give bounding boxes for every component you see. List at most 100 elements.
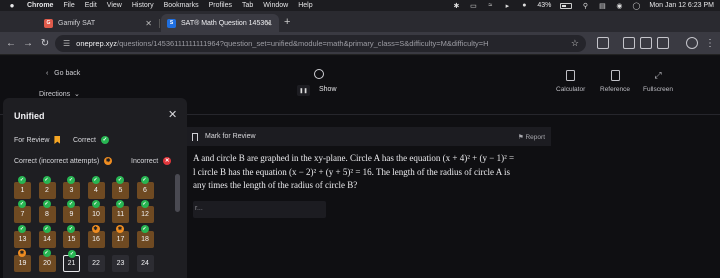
calculator-label: Calculator — [556, 86, 586, 93]
control-center-icon[interactable]: ▤ — [598, 2, 606, 10]
battery-percent: 43% — [537, 2, 552, 9]
extensions-icon[interactable] — [597, 37, 609, 49]
question-cell-12[interactable]: 12 ✓ — [136, 200, 154, 224]
question-cell-23[interactable]: 23 — [112, 254, 129, 272]
screen-record-icon[interactable]: ◯ — [632, 2, 640, 10]
question-cell-2[interactable]: 2 ✓ — [38, 176, 56, 199]
question-cell-17[interactable]: 17 ✱ — [112, 224, 129, 248]
forward-arrow-icon[interactable]: → — [22, 36, 34, 50]
menu-history[interactable]: History — [132, 2, 154, 9]
answer-input[interactable]: r... — [193, 201, 326, 218]
reference-button[interactable]: Reference — [600, 70, 630, 93]
menu-bookmarks[interactable]: Bookmarks — [164, 2, 199, 9]
question-number: 3 — [69, 187, 74, 194]
check-badge-icon: ✓ — [42, 176, 51, 184]
reference-label: Reference — [600, 86, 630, 93]
show-timer-button[interactable]: Show — [314, 84, 342, 95]
question-navigator-panel: Unified ✕ For Review Correct ✓ Correct (… — [3, 98, 187, 278]
new-tab-icon[interactable]: + — [284, 16, 290, 28]
menu-profiles[interactable]: Profiles — [209, 2, 232, 9]
question-line: l circle B has the equation (x − 2)² + (… — [193, 166, 510, 177]
question-cell-8[interactable]: 8 ✓ — [38, 200, 56, 224]
bookmark-icon[interactable] — [192, 132, 198, 141]
question-number: 10 — [92, 211, 100, 219]
volume-icon[interactable]: ▸ — [503, 2, 511, 10]
question-text: A and circle B are graphed in the xy-pla… — [193, 152, 553, 193]
back-arrow-icon[interactable]: ← — [5, 36, 17, 50]
question-cell-15[interactable]: 15 ✓ — [63, 224, 80, 248]
question-number: 15 — [67, 235, 76, 243]
close-tab-icon[interactable]: ✕ — [145, 19, 152, 28]
question-number: 11 — [116, 211, 125, 219]
question-cell-1[interactable]: 1 ✓ — [14, 176, 31, 199]
menu-file[interactable]: File — [63, 2, 74, 9]
pause-button[interactable]: ❚❚ — [297, 85, 310, 96]
question-cell-4[interactable]: 4 ✓ — [87, 176, 105, 199]
menu-view[interactable]: View — [107, 2, 122, 9]
tab-search-icon[interactable] — [623, 37, 635, 49]
question-cell-20[interactable]: 20 ✓ — [38, 248, 56, 272]
check-badge-icon: ✓ — [140, 176, 149, 184]
question-cell-7[interactable]: 7 ✓ — [14, 200, 31, 224]
go-back-link[interactable]: ‹ Go back — [46, 70, 80, 77]
siri-icon[interactable]: ◉ — [615, 2, 623, 10]
tab-gamify-sat[interactable]: G Gamify SAT ✕ — [38, 14, 159, 32]
menu-edit[interactable]: Edit — [85, 2, 97, 9]
question-cell-11[interactable]: 11 ✓ — [112, 200, 129, 224]
question-cell-6[interactable]: 6 ✓ — [136, 176, 154, 199]
panel-scrollbar[interactable] — [175, 174, 180, 212]
check-badge-icon: ✓ — [67, 200, 75, 209]
question-number: 19 — [18, 259, 27, 267]
menu-app-name[interactable]: Chrome — [27, 2, 53, 9]
report-button[interactable]: ⚑ Report — [518, 133, 545, 141]
menu-window[interactable]: Window — [263, 2, 288, 9]
close-icon[interactable]: ✕ — [168, 108, 177, 121]
tab-sat-math-question[interactable]: S SAT® Math Question 145361 ✕ — [161, 14, 279, 32]
address-bar[interactable]: ☰ oneprep.xyz/questions/1453611111111196… — [55, 35, 586, 52]
user-icon[interactable]: ● — [520, 2, 528, 9]
search-icon[interactable]: ⚲ — [581, 2, 589, 10]
question-number: 23 — [116, 259, 125, 267]
question-cell-13[interactable]: 13 ✓ — [14, 224, 31, 248]
question-cell-18[interactable]: 18 ✓ — [136, 224, 154, 248]
mark-for-review-button[interactable]: Mark for Review — [205, 133, 256, 140]
asterisk-icon: ✱ — [104, 157, 113, 165]
bookmark-star-icon[interactable]: ☆ — [571, 38, 579, 49]
side-panel-icon[interactable] — [640, 37, 652, 49]
check-badge-icon: ✓ — [91, 200, 100, 209]
question-line: A and circle B are graphed in the xy-pla… — [193, 153, 515, 163]
calculator-icon — [566, 70, 576, 81]
question-cell-19[interactable]: 19 ✱ — [14, 248, 31, 272]
fullscreen-button[interactable]: ⤢ Fullscreen — [643, 70, 673, 93]
profile-avatar-icon[interactable] — [686, 37, 698, 49]
screenshot-icon[interactable] — [657, 37, 669, 49]
question-cell-24[interactable]: 24 — [136, 254, 154, 272]
question-cell-14[interactable]: 14 ✓ — [38, 224, 56, 248]
bluetooth-icon[interactable]: ✱ — [452, 2, 460, 10]
menu-tab[interactable]: Tab — [242, 2, 253, 9]
close-tab-icon[interactable]: ✕ — [265, 19, 272, 28]
site-info-icon[interactable]: ☰ — [63, 39, 70, 48]
macos-menu-bar: ● Chrome File Edit View History Bookmark… — [0, 0, 720, 11]
directions-dropdown[interactable]: Directions ⌄ — [39, 90, 80, 98]
apple-icon[interactable]: ● — [8, 1, 16, 10]
clock[interactable]: Mon Jan 12 6:23 PM — [649, 2, 714, 9]
fullscreen-icon: ⤢ — [654, 70, 662, 80]
more-menu-icon[interactable]: ⋮ — [704, 36, 716, 50]
legend-correct: Correct ✓ — [73, 136, 109, 144]
question-cell-22[interactable]: 22 — [87, 254, 105, 272]
screen-mirror-icon[interactable]: ▭ — [469, 2, 477, 10]
question-cell-16[interactable]: 16 ✱ — [87, 224, 105, 248]
battery-icon[interactable] — [560, 2, 573, 9]
wifi-icon[interactable]: ≈ — [486, 2, 494, 9]
question-header: Mark for Review ⚑ Report — [180, 127, 551, 146]
question-cell-5[interactable]: 5 ✓ — [112, 176, 129, 199]
question-cell-10[interactable]: 10 ✓ — [87, 200, 105, 224]
question-cell-9[interactable]: 9 ✓ — [63, 200, 80, 224]
question-cell-3[interactable]: 3 ✓ — [63, 176, 80, 199]
calculator-button[interactable]: Calculator — [556, 70, 585, 93]
url-path: /questions/14536111111111964?question_se… — [117, 39, 489, 48]
reload-icon[interactable]: ↻ — [39, 36, 51, 50]
question-cell-21[interactable]: 21 ✓ — [63, 249, 80, 272]
menu-help[interactable]: Help — [298, 2, 312, 9]
